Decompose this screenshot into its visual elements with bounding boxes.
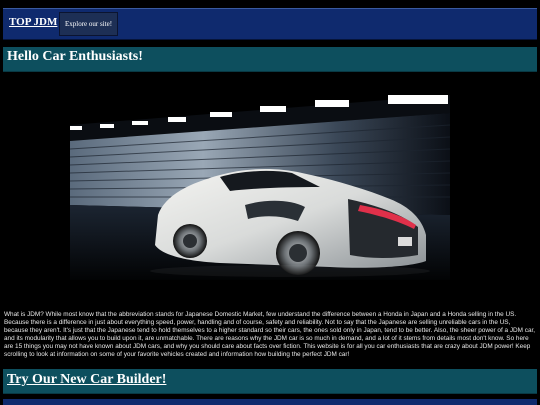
explore-site-button[interactable]: Explore our site! (59, 12, 119, 36)
top-navigation-bar: TOP JDM Explore our site! (3, 8, 537, 40)
car-builder-link[interactable]: Try Our New Car Builder! (7, 372, 166, 388)
page-title: Hello Car Enthusiasts! (7, 49, 143, 64)
greeting-banner: Hello Car Enthusiasts! (3, 47, 537, 72)
bottom-navigation-strip (3, 399, 537, 405)
brand-link[interactable]: TOP JDM (9, 16, 57, 28)
page: TOP JDM Explore our site! Hello Car Enth… (0, 0, 540, 405)
intro-paragraph: What is JDM? While most know that the ab… (4, 311, 536, 358)
car-builder-banner: Try Our New Car Builder! (3, 369, 537, 394)
hero-car-image (70, 95, 450, 280)
